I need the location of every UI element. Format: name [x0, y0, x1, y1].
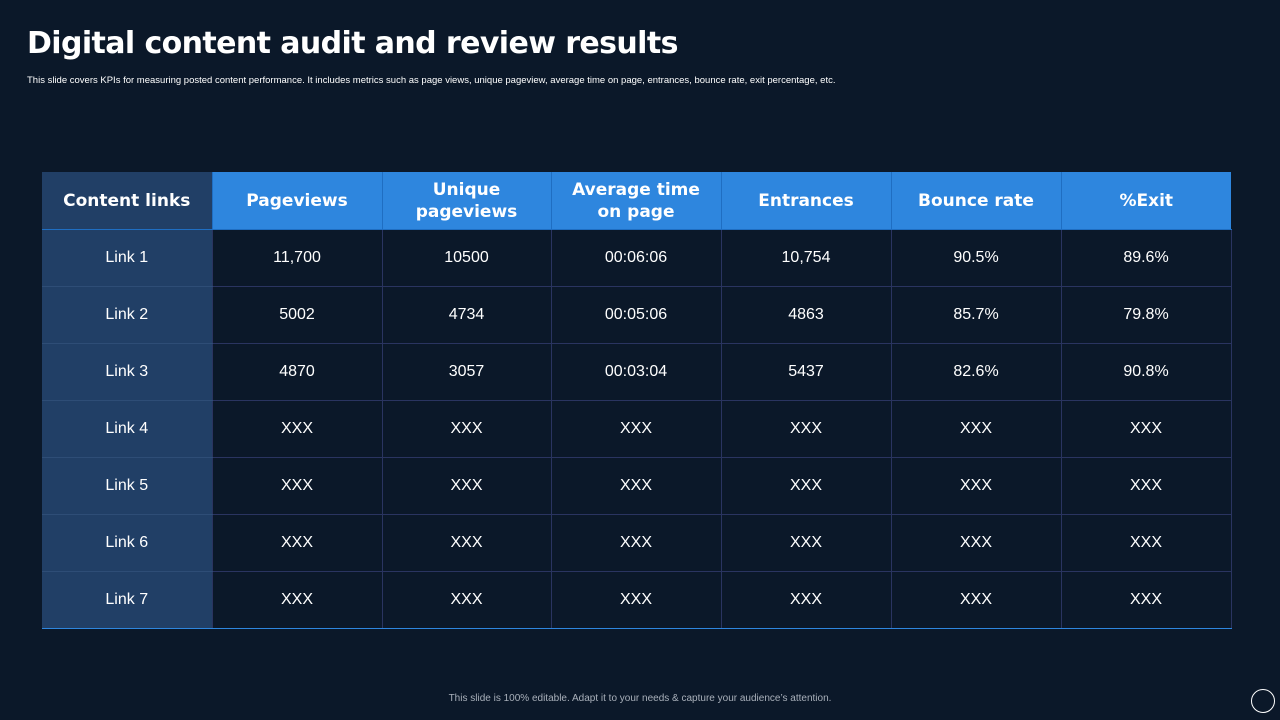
slide-footer-note: This slide is 100% editable. Adapt it to…	[448, 693, 832, 704]
pageviews-cell: XXX	[211, 457, 383, 515]
entrances-cell: 10,754	[720, 229, 892, 287]
unique-pageviews-cell: 3057	[381, 343, 552, 401]
unique-pageviews-cell: XXX	[381, 571, 552, 629]
average-time-cell: XXX	[550, 400, 722, 458]
pageviews-cell: 5002	[211, 286, 383, 344]
content-link-cell: Link 5	[42, 457, 212, 515]
header-unique-pageviews: Unique pageviews	[381, 172, 551, 230]
header-pageviews: Pageviews	[211, 172, 382, 230]
unique-pageviews-cell: 4734	[381, 286, 552, 344]
pageviews-cell: 11,700	[211, 229, 383, 287]
exit-percentage-cell: XXX	[1060, 571, 1232, 629]
average-time-cell: 00:03:04	[550, 343, 722, 401]
unique-pageviews-cell: XXX	[381, 514, 552, 572]
pageviews-cell: XXX	[211, 400, 383, 458]
table-row: Link 6 XXX XXX XXX XXX XXX XXX	[42, 514, 1232, 572]
bounce-rate-cell: XXX	[890, 457, 1062, 515]
table-row: Link 5 XXX XXX XXX XXX XXX XXX	[42, 457, 1232, 515]
entrances-cell: 4863	[720, 286, 892, 344]
content-link-cell: Link 2	[42, 286, 212, 344]
exit-percentage-cell: 79.8%	[1060, 286, 1232, 344]
exit-percentage-cell: XXX	[1060, 457, 1232, 515]
table-row: Link 1 11,700 10500 00:06:06 10,754 90.5…	[42, 229, 1232, 287]
header-entrances: Entrances	[720, 172, 891, 230]
average-time-cell: XXX	[550, 514, 722, 572]
content-link-cell: Link 1	[42, 229, 212, 287]
exit-percentage-cell: XXX	[1060, 400, 1232, 458]
table-header-row: Content links Pageviews Unique pageviews…	[42, 172, 1231, 230]
unique-pageviews-cell: XXX	[381, 400, 552, 458]
entrances-cell: XXX	[720, 571, 892, 629]
content-link-cell: Link 3	[42, 343, 212, 401]
slide-title: Digital content audit and review results	[27, 26, 678, 61]
bounce-rate-cell: 85.7%	[890, 286, 1062, 344]
header-average-time-on-page: Average time on page	[550, 172, 721, 230]
bounce-rate-cell: 82.6%	[890, 343, 1062, 401]
circle-outline-icon[interactable]	[1251, 689, 1275, 713]
exit-percentage-cell: XXX	[1060, 514, 1232, 572]
table-row: Link 3 4870 3057 00:03:04 5437 82.6% 90.…	[42, 343, 1232, 401]
table-row: Link 2 5002 4734 00:05:06 4863 85.7% 79.…	[42, 286, 1232, 344]
table-row: Link 7 XXX XXX XXX XXX XXX XXX	[42, 571, 1232, 629]
bounce-rate-cell: XXX	[890, 514, 1062, 572]
bounce-rate-cell: 90.5%	[890, 229, 1062, 287]
entrances-cell: XXX	[720, 514, 892, 572]
entrances-cell: 5437	[720, 343, 892, 401]
audit-results-table: Content links Pageviews Unique pageviews…	[42, 172, 1232, 629]
content-link-cell: Link 4	[42, 400, 212, 458]
bounce-rate-cell: XXX	[890, 400, 1062, 458]
header-bounce-rate: Bounce rate	[890, 172, 1061, 230]
average-time-cell: 00:06:06	[550, 229, 722, 287]
pageviews-cell: 4870	[211, 343, 383, 401]
slide-subtitle: This slide covers KPIs for measuring pos…	[27, 75, 836, 86]
table-row: Link 4 XXX XXX XXX XXX XXX XXX	[42, 400, 1232, 458]
header-exit-percentage: %Exit	[1060, 172, 1231, 230]
bounce-rate-cell: XXX	[890, 571, 1062, 629]
average-time-cell: 00:05:06	[550, 286, 722, 344]
pageviews-cell: XXX	[211, 514, 383, 572]
exit-percentage-cell: 90.8%	[1060, 343, 1232, 401]
average-time-cell: XXX	[550, 457, 722, 515]
content-link-cell: Link 6	[42, 514, 212, 572]
entrances-cell: XXX	[720, 400, 892, 458]
header-content-links: Content links	[42, 172, 212, 230]
unique-pageviews-cell: XXX	[381, 457, 552, 515]
unique-pageviews-cell: 10500	[381, 229, 552, 287]
average-time-cell: XXX	[550, 571, 722, 629]
entrances-cell: XXX	[720, 457, 892, 515]
exit-percentage-cell: 89.6%	[1060, 229, 1232, 287]
pageviews-cell: XXX	[211, 571, 383, 629]
content-link-cell: Link 7	[42, 571, 212, 629]
